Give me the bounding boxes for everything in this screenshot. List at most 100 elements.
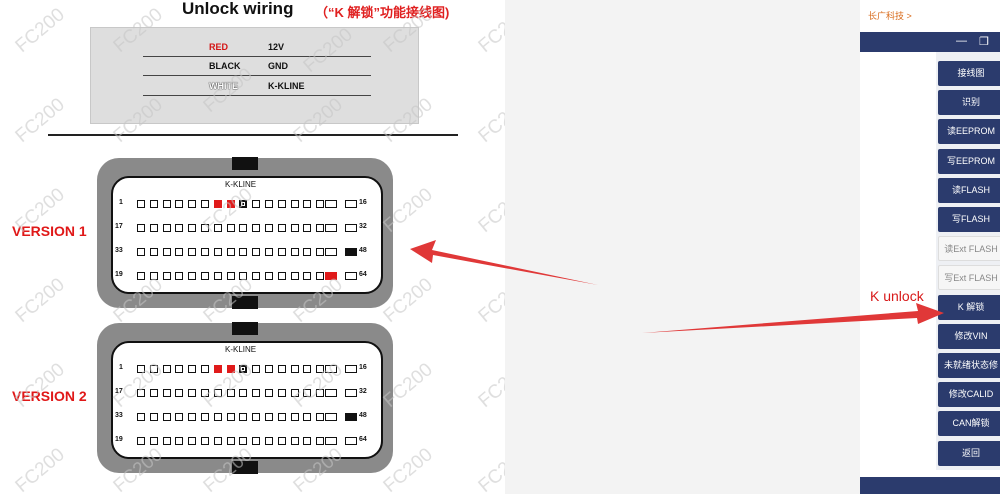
- connector-pin: [265, 365, 273, 373]
- action-button[interactable]: K 解锁: [938, 294, 1000, 320]
- pin-number-label: 1: [119, 199, 123, 206]
- connector-pin: [188, 389, 197, 397]
- action-button[interactable]: 写Ext FLASH: [938, 265, 1000, 291]
- connector-pin: [265, 389, 273, 397]
- connector-pin: [226, 272, 235, 280]
- action-button[interactable]: CAN解锁: [938, 411, 1000, 437]
- action-button[interactable]: 修改CALID: [938, 382, 1000, 408]
- connector-pin: [201, 200, 209, 208]
- legend-color-name: WHITE: [209, 81, 238, 91]
- watermark: FC200: [11, 4, 69, 57]
- connector-pin: [149, 413, 158, 421]
- connector-pin: [162, 437, 171, 445]
- action-button[interactable]: 未就绪状态修: [938, 353, 1000, 378]
- connector-pin: [175, 437, 184, 445]
- pin-number-label: 1: [119, 364, 123, 371]
- action-button[interactable]: 识别: [938, 90, 1000, 116]
- connector-pin: [290, 224, 299, 232]
- connector-pin: [188, 272, 197, 280]
- pin-number-label: 33: [115, 412, 123, 419]
- connector-pin: [277, 437, 286, 445]
- pin-number-label: 48: [359, 247, 367, 254]
- connector-pin: [252, 272, 261, 280]
- connector-pin: [265, 437, 273, 445]
- k-unlock-annotation: K unlock: [870, 288, 924, 304]
- connector-pin: [175, 224, 184, 232]
- pin-number-label: 64: [359, 271, 367, 278]
- connector-face: 1 16 17 32 33 48 19 64 K-KLINE: [111, 341, 383, 459]
- app-window: 长广科技 > — ❐ 接线图识别读EEPROM 写EEPROM 读FLASH 写FLA…: [860, 0, 1000, 494]
- action-button[interactable]: 写FLASH: [938, 207, 1000, 232]
- connector-pin: [137, 248, 145, 256]
- action-button[interactable]: 写EEPROM: [938, 148, 1000, 174]
- restore-icon[interactable]: ❐: [979, 35, 989, 48]
- action-button[interactable]: 修改VIN: [938, 323, 1000, 349]
- watermark: FC200: [11, 444, 69, 494]
- connector-pin: [345, 413, 357, 421]
- connector-pin: [137, 224, 145, 232]
- connector-pin: [345, 248, 357, 256]
- connector-pin: [201, 272, 209, 280]
- legend-color-name: BLACK: [209, 61, 241, 71]
- action-button[interactable]: 读EEPROM: [938, 119, 1000, 145]
- action-button[interactable]: 读FLASH: [938, 177, 1000, 203]
- connector-pin: [277, 272, 286, 280]
- connector-pin: [201, 413, 209, 421]
- connector-pin: [226, 248, 235, 256]
- connector-pin: [265, 200, 273, 208]
- connector-pin: [325, 413, 337, 421]
- action-button[interactable]: 读Ext FLASH: [938, 236, 1000, 262]
- connector-pin: [162, 272, 171, 280]
- connector-pin: [149, 437, 158, 445]
- connector-pin: [277, 200, 286, 208]
- legend-row-white: WHITE K-KLINE: [143, 77, 371, 96]
- minimize-icon[interactable]: —: [956, 35, 967, 47]
- connector-tab: [232, 296, 258, 309]
- document-title: Unlock wiring: [182, 0, 294, 18]
- connector-pin: [201, 365, 209, 373]
- connector-pin: [325, 200, 337, 208]
- connector-pin: [213, 365, 222, 373]
- connector-pin: [290, 248, 299, 256]
- watermark: FC200: [474, 274, 506, 327]
- connector-pin: [137, 365, 145, 373]
- connector-pin: [239, 272, 248, 280]
- pin-number-label: 17: [115, 223, 123, 230]
- version-1-label: VERSION 1: [12, 223, 87, 239]
- connector-pin: [137, 389, 145, 397]
- pin-number-label: 33: [115, 247, 123, 254]
- connector-pin: [239, 389, 248, 397]
- breadcrumb[interactable]: 长广科技 >: [868, 9, 912, 22]
- connector-pin: [213, 248, 222, 256]
- connector-pin: [175, 248, 184, 256]
- kline-pin-label: K-KLINE: [225, 180, 257, 189]
- connector-pin: [175, 413, 184, 421]
- action-button[interactable]: 返回: [938, 440, 1000, 466]
- connector-pin: [188, 413, 197, 421]
- connector-pin: [316, 437, 325, 445]
- connector-pin: [303, 413, 312, 421]
- connector-pin: [239, 365, 248, 373]
- connector-pin: [149, 365, 158, 373]
- connector-pin: [345, 272, 357, 280]
- connector-pin: [303, 365, 312, 373]
- connector-pin: [290, 413, 299, 421]
- action-button[interactable]: 接线图: [938, 61, 1000, 86]
- connector-pin: [175, 389, 184, 397]
- connector-pin: [201, 389, 209, 397]
- connector-pin: [316, 365, 325, 373]
- legend-signal: K-KLINE: [268, 81, 305, 91]
- connector-pin: [162, 413, 171, 421]
- connector-pin: [239, 248, 248, 256]
- pin-number-label: 17: [115, 388, 123, 395]
- connector-pin: [345, 437, 357, 445]
- connector-pin: [149, 200, 158, 208]
- pin-number-label: 64: [359, 436, 367, 443]
- connector-pin: [325, 272, 337, 280]
- connector-pin: [265, 413, 273, 421]
- connector-pin: [213, 272, 222, 280]
- connector-pin: [162, 365, 171, 373]
- connector-pin: [290, 200, 299, 208]
- connector-pin: [252, 413, 261, 421]
- connector-pin: [316, 272, 325, 280]
